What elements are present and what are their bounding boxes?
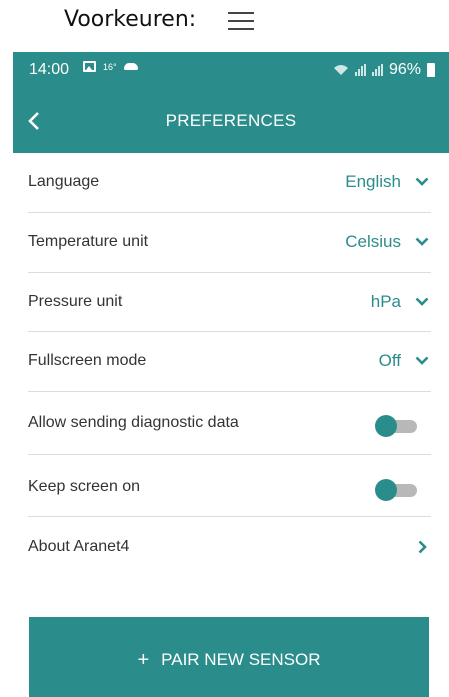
chevron-down-icon[interactable]: [415, 356, 429, 365]
setting-label: Fullscreen mode: [28, 352, 147, 369]
gallery-notification-icon: [83, 61, 96, 72]
setting-temperature-unit[interactable]: Temperature unit Celsius: [13, 213, 449, 272]
pair-new-sensor-button[interactable]: + PAIR NEW SENSOR: [29, 617, 429, 697]
chevron-right-icon: [418, 540, 427, 554]
battery-icon: [427, 63, 435, 77]
divider: [28, 391, 431, 392]
caption-bar: Voorkeuren:: [0, 0, 449, 52]
chevron-down-icon[interactable]: [415, 177, 429, 186]
signal-icon-2: [371, 64, 383, 76]
battery-percent: 96%: [388, 61, 421, 78]
setting-value[interactable]: Off: [379, 351, 401, 371]
status-bar: 14:00 16° 96%: [13, 52, 449, 89]
chevron-down-icon[interactable]: [415, 237, 429, 246]
setting-value[interactable]: English: [345, 172, 401, 192]
signal-icon: [354, 64, 366, 76]
setting-label: Language: [28, 173, 100, 190]
setting-keep-screen-on: Keep screen on: [13, 458, 449, 517]
diagnostic-data-toggle[interactable]: [375, 415, 419, 437]
divider: [28, 454, 431, 455]
app-bar: PREFERENCES: [13, 89, 449, 153]
caption-title: Voorkeuren:: [64, 7, 197, 32]
setting-label: Allow sending diagnostic data: [28, 414, 239, 431]
hamburger-menu-icon[interactable]: [228, 10, 254, 32]
setting-label: Keep screen on: [28, 478, 141, 495]
setting-language[interactable]: Language English: [13, 153, 449, 212]
pair-button-label: PAIR NEW SENSOR: [161, 650, 321, 669]
status-temperature: 16°: [103, 61, 117, 72]
phone-screen: 14:00 16° 96% PREFERENCES Language Engli…: [13, 52, 449, 697]
page-title: PREFERENCES: [165, 111, 297, 130]
setting-diagnostic-data: Allow sending diagnostic data: [13, 394, 449, 453]
setting-fullscreen-mode[interactable]: Fullscreen mode Off: [13, 332, 449, 391]
setting-label: Temperature unit: [28, 233, 149, 250]
wifi-icon: [333, 65, 348, 75]
setting-about-aranet4[interactable]: About Aranet4: [13, 518, 449, 577]
cloud-icon: [123, 63, 138, 70]
plus-icon: +: [137, 649, 150, 671]
status-time: 14:00: [29, 61, 70, 78]
divider: [28, 516, 431, 517]
chevron-down-icon[interactable]: [415, 297, 429, 306]
setting-label: Pressure unit: [28, 293, 123, 310]
setting-value[interactable]: hPa: [371, 292, 401, 312]
setting-label: About Aranet4: [28, 538, 130, 555]
setting-value[interactable]: Celsius: [345, 232, 401, 252]
keep-screen-on-toggle[interactable]: [375, 479, 419, 501]
setting-pressure-unit[interactable]: Pressure unit hPa: [13, 273, 449, 332]
